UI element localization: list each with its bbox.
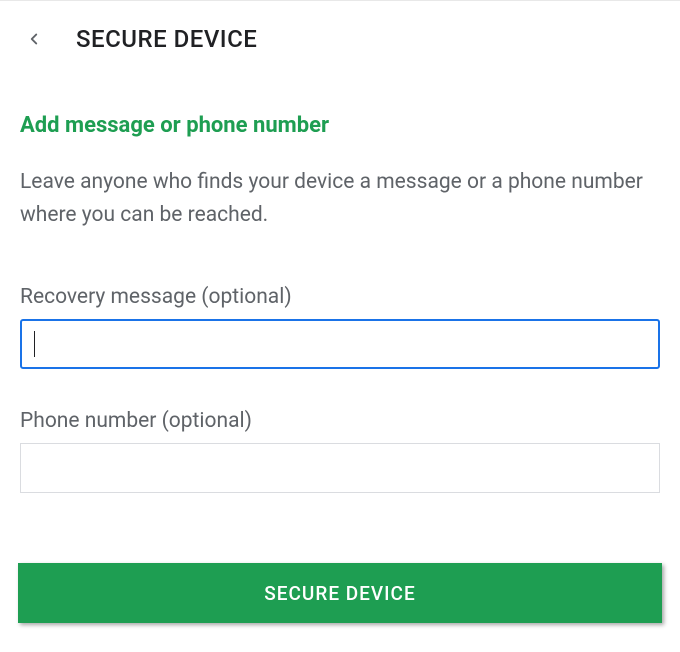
phone-number-input[interactable] <box>20 443 660 493</box>
text-cursor <box>34 331 35 357</box>
section-description: Leave anyone who finds your device a mes… <box>20 166 660 231</box>
recovery-message-input[interactable] <box>20 319 660 369</box>
back-icon[interactable] <box>20 25 48 53</box>
secure-device-button[interactable]: SECURE DEVICE <box>18 563 662 623</box>
recovery-message-group: Recovery message (optional) <box>20 285 660 369</box>
action-row: SECURE DEVICE <box>0 533 680 623</box>
secure-device-screen: SECURE DEVICE Add message or phone numbe… <box>0 0 680 623</box>
section-heading: Add message or phone number <box>20 113 660 138</box>
page-title: SECURE DEVICE <box>76 25 257 53</box>
phone-number-group: Phone number (optional) <box>20 409 660 493</box>
topbar: SECURE DEVICE <box>0 0 680 73</box>
recovery-message-label: Recovery message (optional) <box>20 285 660 309</box>
content-area: Add message or phone number Leave anyone… <box>0 73 680 493</box>
phone-number-label: Phone number (optional) <box>20 409 660 433</box>
